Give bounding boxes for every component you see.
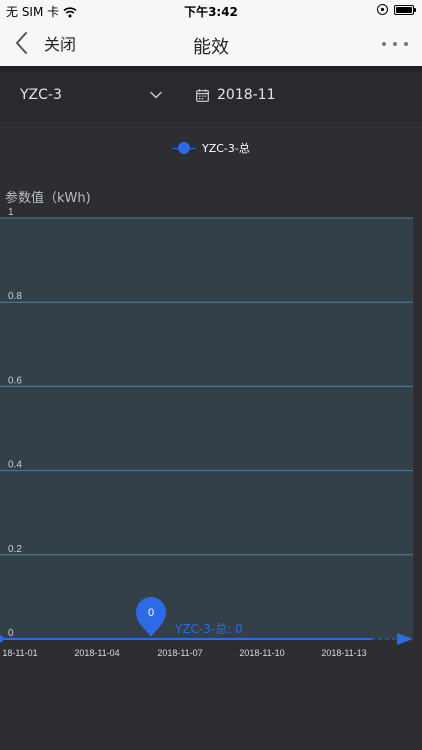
- y-tick-label: 1: [8, 207, 14, 218]
- marker-value-label: 0: [148, 607, 154, 619]
- x-tick-label: 2018-11-10: [239, 648, 284, 658]
- x-tick-label: 2018-11-04: [74, 648, 119, 658]
- x-tick-label: 2018-11-07: [157, 648, 202, 658]
- energy-line-chart[interactable]: 1 0.8 0.6 0.4 0.2 0 18-11-01 2018-11-04 2018-11-…: [0, 0, 422, 750]
- y-tick-label: 0: [8, 628, 14, 639]
- y-tick-label: 0.8: [8, 291, 22, 302]
- y-tick-label: 0.6: [8, 375, 22, 386]
- y-tick-label: 0.2: [8, 544, 22, 555]
- y-tick-label: 0.4: [8, 460, 22, 471]
- tooltip-label: YZC-3-总: 0: [174, 622, 243, 636]
- x-tick-label: 2018-11-13: [321, 648, 366, 658]
- x-tick-label: 18-11-01: [2, 648, 37, 658]
- plot-area: [0, 218, 413, 639]
